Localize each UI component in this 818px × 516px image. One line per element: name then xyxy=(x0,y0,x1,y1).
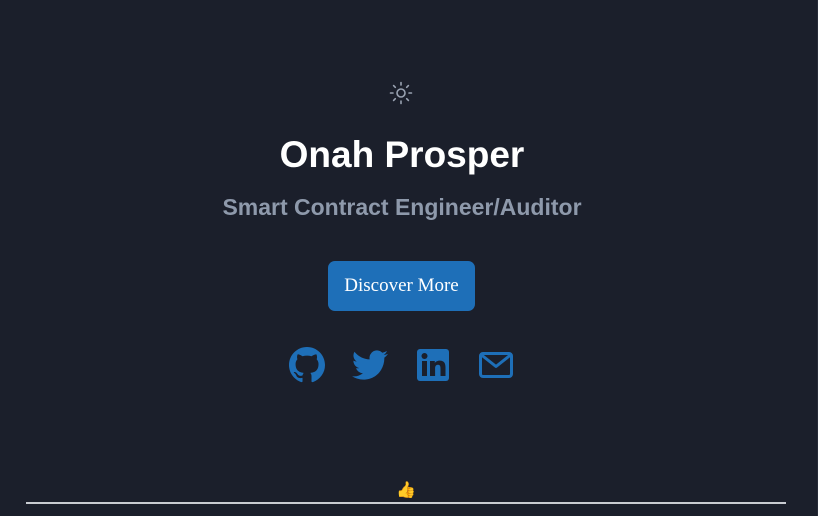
twitter-link[interactable] xyxy=(352,347,388,383)
footer-divider xyxy=(26,502,786,504)
twitter-icon xyxy=(352,350,388,380)
linkedin-icon xyxy=(417,349,449,381)
github-icon xyxy=(289,347,325,383)
theme-toggle-button[interactable] xyxy=(389,81,413,105)
thumbs-up-emoji: 👍 xyxy=(396,480,416,499)
discover-more-button[interactable]: Discover More xyxy=(328,261,475,311)
github-link[interactable] xyxy=(289,347,325,383)
sun-icon xyxy=(389,81,413,105)
mail-icon xyxy=(479,352,513,378)
job-title-subheading: Smart Contract Engineer/Auditor xyxy=(222,194,582,220)
email-link[interactable] xyxy=(478,347,514,383)
hero-section: Onah Prosper Smart Contract Engineer/Aud… xyxy=(0,0,818,516)
linkedin-link[interactable] xyxy=(417,347,449,383)
page-title: Onah Prosper xyxy=(279,134,525,175)
